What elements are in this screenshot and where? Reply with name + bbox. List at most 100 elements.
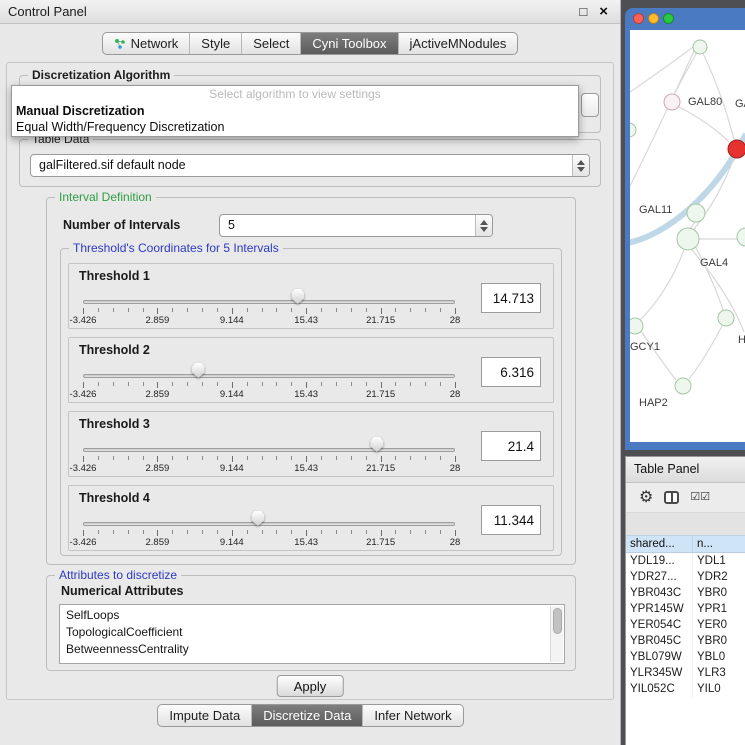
table-row[interactable]: YBR045CYBR0 [626,633,745,649]
threshold-slider[interactable]: -3.4262.8599.14415.4321.71528 [83,436,455,476]
network-node[interactable] [630,318,643,334]
group-title-algorithm: Discretization Algorithm [28,68,174,82]
network-canvas[interactable]: GAL80GAGAL11GAL4GCY1HHAP2 [630,30,745,442]
table-cell: YBR0 [693,585,745,601]
algorithm-combobox-edge[interactable] [581,93,599,117]
column-header[interactable]: shared... [626,536,693,552]
table-row[interactable]: YBL079WYBL0 [626,649,745,665]
slider-scale-label: 2.859 [146,537,170,548]
slider-tick [157,530,158,536]
algorithm-option[interactable]: Manual Discretization [12,103,578,119]
tab-discretize-data[interactable]: Discretize Data [252,705,363,726]
panel-title: Control Panel [8,4,87,19]
tab-cyni-toolbox[interactable]: Cyni Toolbox [301,33,398,54]
scrollbar[interactable] [550,606,563,662]
tab-infer-network[interactable]: Infer Network [363,705,462,726]
float-window-icon[interactable]: □ [579,4,587,19]
network-edge[interactable] [630,47,693,92]
tab-label: Style [201,36,230,51]
threshold-value-field[interactable] [481,505,541,535]
table-cell: YBL079W [626,649,693,665]
slider-tick [336,382,337,386]
threshold-panel: Threshold 4-3.4262.8599.14415.4321.71528 [68,485,554,551]
tab-style[interactable]: Style [190,33,242,54]
tab-impute-data[interactable]: Impute Data [158,705,252,726]
table-row[interactable]: YBR043CYBR0 [626,585,745,601]
slider-tick [113,382,114,386]
interval-definition-group: Interval Definition Number of Intervals … [46,197,576,565]
tab-network[interactable]: Network [103,33,191,54]
network-edge[interactable] [695,246,723,310]
slider-tick [381,382,382,388]
threshold-value-field[interactable] [481,357,541,387]
network-node[interactable] [718,310,734,326]
minimize-light-icon[interactable] [648,13,659,24]
slider-tick [291,456,292,460]
attribute-item[interactable]: TopologicalCoefficient [66,624,564,641]
threshold-slider[interactable]: -3.4262.8599.14415.4321.71528 [83,510,455,550]
algorithm-option[interactable]: Equal Width/Frequency Discretization [12,119,578,135]
scrollbar-thumb[interactable] [553,608,562,634]
network-graph[interactable]: GAL80GAGAL11GAL4GCY1HHAP2 [630,30,745,442]
tab-select[interactable]: Select [242,33,301,54]
network-icon [114,38,126,50]
table-row[interactable]: YDR27...YDR2 [626,569,745,585]
network-node[interactable] [630,123,636,137]
slider-tick [217,456,218,460]
table-row[interactable]: YPR145WYPR1 [626,601,745,617]
slider-scale-label: 2.859 [146,389,170,400]
network-edge[interactable] [640,250,684,320]
slider-tick [410,456,411,460]
slider-scale-label: 15.43 [294,463,318,474]
slider-scale-label: -3.426 [70,537,97,548]
threshold-value-field[interactable] [481,283,541,313]
network-edge[interactable] [679,107,729,142]
network-node[interactable] [677,228,699,250]
tab-jactivemnodules[interactable]: jActiveMNodules [399,33,518,54]
zoom-light-icon[interactable] [663,13,674,24]
slider-thumb[interactable] [251,511,264,526]
columns-icon[interactable] [664,491,679,504]
slider-thumb[interactable] [370,437,383,452]
table-row[interactable]: YLR345WYLR3 [626,665,745,681]
network-node[interactable] [737,228,745,246]
threshold-panel: Threshold 2 -3.4262.8599.14415.4321.71528 [68,337,554,403]
attribute-item[interactable]: BetweennessCentrality [66,641,564,658]
threshold-value-field[interactable] [481,431,541,461]
close-icon[interactable]: × [599,3,608,20]
table-header-row: shared...n... [626,535,745,553]
network-edge[interactable] [675,47,700,93]
slider-thumb[interactable] [291,289,304,304]
network-edge[interactable] [689,326,722,379]
gear-icon[interactable]: ⚙ [639,490,653,506]
select-columns-icon[interactable]: ☑☑ [690,492,710,503]
table-cell: YBR0 [693,633,745,649]
slider-thumb[interactable] [192,363,205,378]
slider-tick [455,308,456,314]
network-node[interactable] [664,94,680,110]
network-edge[interactable] [641,331,676,380]
table-row[interactable]: YER054CYER0 [626,617,745,633]
threshold-slider[interactable]: -3.4262.8599.14415.4321.71528 [83,288,455,328]
table-cell: YIL052C [626,681,693,697]
slider-tick [395,308,396,312]
attribute-item[interactable]: SelfLoops [66,607,564,624]
network-node[interactable] [728,140,745,158]
column-header[interactable]: n... [693,536,745,552]
network-node[interactable] [675,378,691,394]
table-row[interactable]: YIL052CYIL0 [626,681,745,697]
close-light-icon[interactable] [633,13,644,24]
threshold-label: Threshold 2 [79,343,150,357]
slider-tick [98,456,99,460]
threshold-slider[interactable]: -3.4262.8599.14415.4321.71528 [83,362,455,402]
num-intervals-combobox[interactable]: 5 [219,214,493,237]
table-data-combobox[interactable]: galFiltered.sif default node [30,154,590,177]
network-node[interactable] [693,40,707,54]
network-node[interactable] [687,204,705,222]
network-edge[interactable] [700,47,734,140]
apply-button[interactable]: Apply [277,675,344,697]
slider-tick [83,382,84,388]
tab-label: Cyni Toolbox [312,36,386,51]
table-row[interactable]: YDL19...YDL1 [626,553,745,569]
network-edge[interactable] [630,51,694,190]
